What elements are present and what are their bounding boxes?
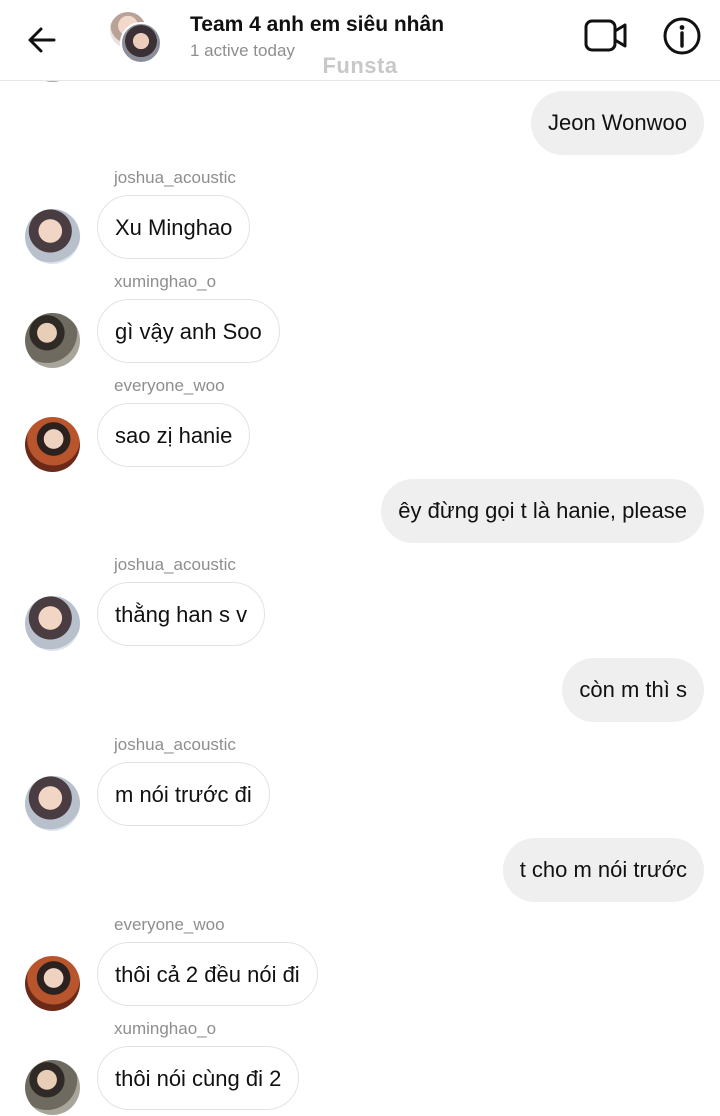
xuminghao-avatar[interactable] (25, 313, 80, 368)
message-list[interactable]: Jeon Wonwoo joshua_acoustic Xu Minghao x… (0, 81, 720, 1116)
video-call-button[interactable] (583, 16, 629, 56)
message-bubble-incoming[interactable]: Xu Minghao (97, 195, 251, 259)
joshua-avatar[interactable] (25, 596, 80, 651)
message-bubble-incoming[interactable]: sao zị hanie (97, 403, 251, 467)
arrow-left-icon (28, 27, 56, 53)
message-bubble-outgoing[interactable]: êy đừng gọi t là hanie, please (381, 479, 704, 543)
joshua-avatar[interactable] (25, 209, 80, 264)
chat-title[interactable]: Team 4 anh em siêu nhân (190, 13, 444, 37)
message-bubble-outgoing[interactable]: t cho m nói trước (502, 838, 704, 902)
joshua-avatar[interactable] (25, 776, 80, 831)
group-avatar[interactable] (108, 10, 164, 66)
message-bubble-outgoing[interactable]: Jeon Wonwoo (530, 91, 704, 155)
message-bubble-incoming[interactable]: thôi nói cùng đi 2 (97, 1046, 300, 1110)
info-button[interactable] (661, 15, 703, 57)
message-bubble-incoming[interactable]: thôi cả 2 đều nói đi (97, 942, 318, 1006)
info-icon (663, 17, 701, 55)
sender-name: joshua_acoustic (114, 555, 236, 574)
sender-name: joshua_acoustic (114, 735, 236, 754)
xuminghao-avatar (25, 81, 80, 82)
sender-name: everyone_woo (114, 376, 225, 395)
sender-name: xuminghao_o (114, 1019, 217, 1038)
message-bubble-incoming[interactable]: m nói trước đi (97, 762, 270, 826)
sender-name: joshua_acoustic (114, 168, 236, 187)
active-status: 1 active today (190, 41, 295, 60)
chat-header: Team 4 anh em siêu nhân 1 active today (0, 0, 720, 81)
video-camera-icon (584, 19, 627, 52)
sender-name: everyone_woo (114, 915, 225, 934)
message-bubble-outgoing[interactable]: còn m thì s (562, 658, 704, 722)
message-bubble-incoming[interactable]: gì vậy anh Soo (97, 299, 280, 363)
sender-name: xuminghao_o (114, 272, 217, 291)
woo-avatar[interactable] (25, 956, 80, 1011)
woo-avatar[interactable] (25, 417, 80, 472)
back-button[interactable] (22, 20, 62, 60)
xuminghao-avatar[interactable] (25, 1060, 80, 1115)
group-member-avatar (120, 22, 162, 64)
message-bubble-incoming[interactable]: thằng han s v (97, 582, 266, 646)
